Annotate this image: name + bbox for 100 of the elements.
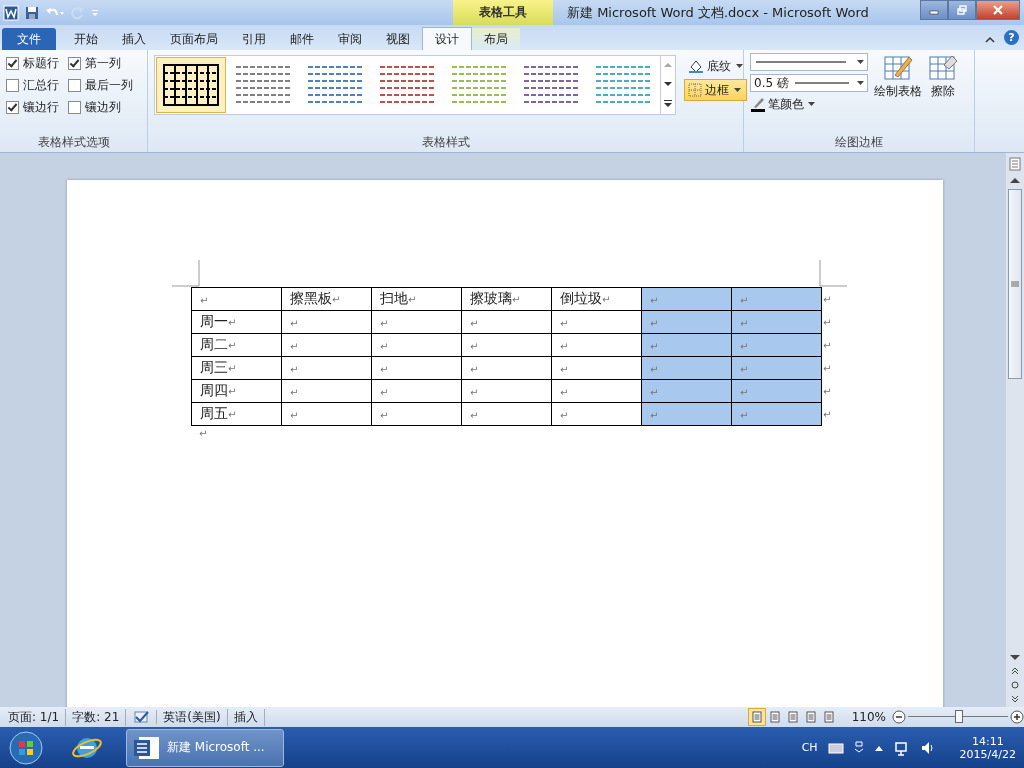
close-button[interactable] — [976, 0, 1020, 20]
shading-button[interactable]: 底纹 — [684, 55, 747, 77]
next-page-icon[interactable] — [1011, 695, 1019, 703]
checkbox[interactable] — [6, 57, 19, 70]
checkbox-label[interactable]: 镶边行 — [23, 99, 59, 116]
checkbox[interactable] — [6, 101, 19, 114]
shading-label: 底纹 — [707, 57, 731, 75]
keyboard-icon[interactable] — [827, 741, 844, 754]
scroll-down-icon[interactable] — [664, 81, 672, 87]
scroll-down-icon[interactable] — [1010, 655, 1020, 661]
checkbox[interactable] — [6, 79, 19, 92]
vertical-scrollbar[interactable] — [1006, 153, 1024, 707]
table-cell: ↵ — [731, 287, 822, 311]
ribbon-tab[interactable]: 审阅 — [326, 28, 374, 50]
clock[interactable]: 14:11 2015/4/22 — [945, 734, 1024, 761]
table-style-thumbnail[interactable] — [156, 57, 226, 113]
table-cell: 擦黑板↵ — [281, 287, 372, 311]
table-cell: ↵ — [461, 333, 552, 357]
checkbox-label[interactable]: 最后一列 — [85, 77, 133, 94]
ribbon-tab[interactable]: 布局 — [472, 28, 520, 50]
page-icon — [822, 711, 835, 723]
ribbon-tab[interactable]: 插入 — [110, 28, 158, 50]
close-icon — [992, 5, 1004, 15]
zoom-slider[interactable] — [908, 709, 1008, 725]
minimize-button[interactable] — [920, 0, 948, 20]
previous-page-icon[interactable] — [1011, 667, 1019, 675]
borders-button[interactable]: 边框 — [684, 79, 747, 101]
zoom-in-icon[interactable] — [1010, 710, 1024, 724]
pen-color-label: 笔颜色 — [768, 95, 804, 113]
group-label: 表格样式 — [420, 134, 471, 151]
group-label: 绘图边框 — [834, 134, 884, 151]
table-cell: ↵ — [461, 379, 552, 403]
table-cell: 扫地↵ — [371, 287, 462, 311]
word-count[interactable]: 字数: 21 — [66, 708, 127, 726]
table-cell: ↵ — [641, 287, 732, 311]
pen-icon — [750, 96, 766, 112]
checkbox-label[interactable]: 汇总行 — [23, 77, 59, 94]
eraser-button[interactable]: 擦除 — [928, 53, 958, 113]
ribbon-tab[interactable]: 设计 — [422, 27, 472, 50]
grip-icon — [1011, 281, 1019, 287]
row-end-mark: ↵ — [821, 379, 832, 403]
minimize-ribbon-icon[interactable] — [985, 36, 995, 44]
table-cell: ↵ — [191, 287, 282, 311]
zoom-level[interactable]: 110% — [851, 710, 886, 724]
context-tab-group: 表格工具 — [453, 0, 553, 25]
checkbox-label[interactable]: 第一列 — [85, 55, 121, 72]
restore-button[interactable] — [948, 0, 976, 20]
line-style-dropdown[interactable] — [750, 53, 868, 71]
checkbox-label[interactable]: 镶边列 — [85, 99, 121, 116]
ribbon-tab[interactable]: 开始 — [62, 28, 110, 50]
table-pencil-icon — [883, 53, 913, 83]
ruler-toggle-icon[interactable] — [1009, 157, 1021, 171]
insert-mode-indicator[interactable]: 插入 — [227, 708, 265, 726]
view-button[interactable] — [747, 708, 766, 726]
word-logo-icon — [3, 4, 19, 21]
input-method-indicator[interactable]: CH — [801, 741, 818, 754]
ribbon-tab[interactable]: 页面布局 — [158, 28, 230, 50]
table-cell: ↵ — [371, 402, 462, 426]
page-count[interactable]: 页面: 1/1 — [2, 708, 67, 726]
scroll-up-icon[interactable] — [1010, 177, 1020, 183]
table-cell: 周五↵ — [191, 402, 282, 426]
checkbox-label[interactable]: 标题行 — [23, 55, 59, 72]
draw-table-button[interactable]: 绘制表格 — [874, 53, 922, 113]
save-icon[interactable] — [25, 5, 39, 20]
table-cell: ↵ — [281, 379, 372, 403]
more-styles-icon[interactable] — [664, 99, 672, 108]
margin-corner-mark — [172, 260, 200, 287]
row-end-mark: ↵ — [821, 402, 832, 426]
file-tab[interactable]: 文件 — [2, 28, 56, 50]
caret-icon — [736, 64, 743, 68]
ribbon-tab[interactable]: 视图 — [374, 28, 422, 50]
pen-color-button[interactable]: 笔颜色 — [750, 95, 868, 113]
eraser-icon — [928, 53, 958, 83]
checkbox[interactable] — [68, 57, 81, 70]
line-weight-dropdown[interactable]: 0.5 磅 — [750, 74, 868, 92]
start-button-icon[interactable] — [8, 729, 44, 766]
table-cell: 周四↵ — [191, 379, 282, 403]
line-weight-value: 0.5 磅 — [754, 74, 789, 92]
table-cell: ↵ — [371, 310, 462, 334]
table-cell: 周二↵ — [191, 333, 282, 357]
zoom-slider-thumb[interactable] — [955, 710, 963, 723]
caret-icon — [734, 88, 741, 92]
zoom-out-icon[interactable] — [892, 710, 906, 724]
table-cell: ↵ — [551, 333, 642, 357]
table-cell: ↵ — [281, 356, 372, 380]
language-indicator[interactable]: 英语(美国) — [157, 708, 228, 726]
checkbox[interactable] — [68, 101, 81, 114]
checkbox[interactable] — [68, 79, 81, 92]
caret-icon — [857, 81, 864, 85]
scrollbar-thumb[interactable] — [1008, 189, 1022, 379]
ribbon-tab[interactable]: 引用 — [230, 28, 278, 50]
table-cell: ↵ — [461, 402, 552, 426]
taskbar-word-window-button[interactable]: 新建 Microsoft ... — [126, 728, 284, 767]
table-cell: 擦玻璃↵ — [461, 287, 552, 311]
browse-object-icon[interactable] — [1011, 681, 1019, 689]
network-icon[interactable] — [893, 739, 910, 756]
help-button[interactable]: ? — [1004, 30, 1019, 45]
table-cell: 周三↵ — [191, 356, 282, 380]
ribbon-tab[interactable]: 邮件 — [278, 28, 326, 50]
row-end-mark: ↵ — [821, 310, 832, 334]
